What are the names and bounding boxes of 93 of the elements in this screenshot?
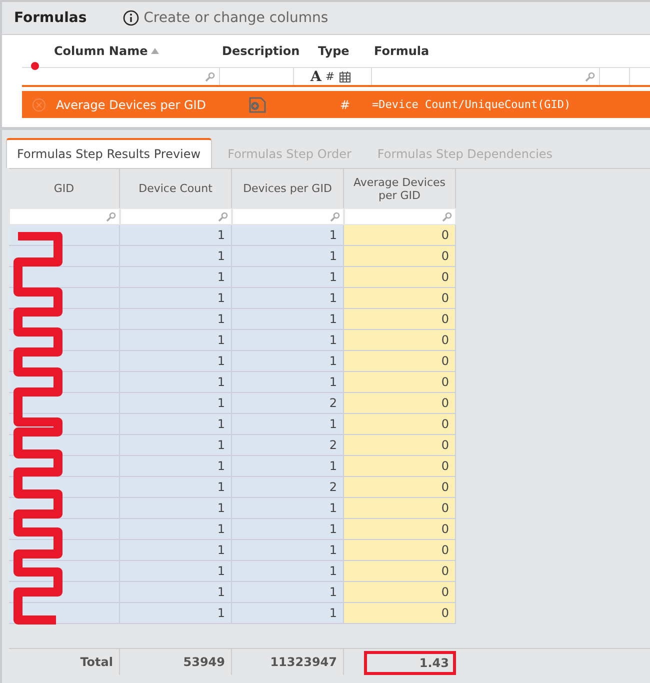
table-cell: 1	[120, 393, 232, 414]
total-value: 11323947	[232, 649, 344, 675]
table-cell: 1	[232, 288, 344, 309]
column-name: Average Devices per GID	[56, 98, 208, 112]
hint-text: Create or change columns	[144, 10, 328, 26]
table-cell: 2	[232, 393, 344, 414]
table-cell: 0	[344, 393, 456, 414]
number-type-icon[interactable]: #	[325, 70, 335, 83]
table-cell: 0	[344, 330, 456, 351]
table-cell: 1	[120, 519, 232, 540]
table-cell: 1	[120, 288, 232, 309]
table-cell: 1	[120, 246, 232, 267]
panel-title: Formulas	[14, 10, 87, 26]
filter-field[interactable]	[10, 209, 119, 224]
column-header[interactable]: Formula	[374, 44, 430, 58]
table-cell: 1	[120, 435, 232, 456]
search-icon[interactable]	[106, 212, 116, 222]
filter-field[interactable]	[345, 209, 455, 224]
table-cell: 1	[120, 309, 232, 330]
marker-dot	[31, 62, 39, 70]
table-cell: 0	[344, 372, 456, 393]
table-cell: 1	[232, 582, 344, 603]
column-header[interactable]: Device Count	[120, 169, 232, 208]
total-label: Total	[9, 649, 120, 675]
table-cell: 1	[120, 267, 232, 288]
formula-text: =Device Count/UniqueCount(GID)	[372, 98, 571, 111]
table-cell: 1	[232, 330, 344, 351]
column-header[interactable]: Average Devices per GID	[344, 169, 456, 208]
table-cell: 0	[344, 498, 456, 519]
column-header[interactable]: Type	[318, 44, 350, 58]
calendar-icon[interactable]	[338, 70, 351, 82]
table-cell: 1	[120, 372, 232, 393]
info-icon	[122, 10, 139, 26]
table-cell: 1	[120, 561, 232, 582]
total-value: 53949	[120, 649, 232, 675]
table-cell: 0	[344, 540, 456, 561]
table-cell: 1	[232, 246, 344, 267]
table-cell: 0	[344, 603, 456, 624]
table-cell: 1	[232, 372, 344, 393]
total-value: 1.43	[364, 651, 456, 675]
table-cell: 1	[232, 603, 344, 624]
table-cell: 1	[120, 351, 232, 372]
table-cell: 1	[120, 414, 232, 435]
table-cell: 1	[120, 603, 232, 624]
column-header[interactable]: Devices per GID	[232, 169, 344, 208]
delete-icon[interactable]	[32, 98, 46, 112]
table-cell: 1	[232, 267, 344, 288]
column-header[interactable]: GID	[9, 169, 120, 208]
table-cell: 0	[344, 456, 456, 477]
search-icon[interactable]	[442, 212, 452, 222]
table-cell: 0	[344, 414, 456, 435]
table-cell: 1	[232, 498, 344, 519]
table-cell: 1	[120, 477, 232, 498]
table-cell: 1	[120, 330, 232, 351]
search-icon[interactable]	[585, 72, 595, 82]
table-cell: 1	[120, 582, 232, 603]
table-cell: 1	[120, 540, 232, 561]
type-value: #	[338, 98, 352, 112]
table-cell: 0	[344, 477, 456, 498]
search-icon[interactable]	[218, 212, 228, 222]
table-cell: 0	[344, 351, 456, 372]
table-cell: 1	[232, 540, 344, 561]
table-cell: 0	[344, 435, 456, 456]
table-cell: 1	[120, 225, 232, 246]
table-cell: 1	[232, 561, 344, 582]
table-cell: 0	[344, 225, 456, 246]
table-cell: 1	[232, 309, 344, 330]
table-cell: 1	[232, 456, 344, 477]
tab[interactable]: Formulas Step Results Preview	[6, 138, 212, 168]
table-cell: 1	[232, 351, 344, 372]
filter-field[interactable]	[233, 209, 343, 224]
table-cell: 0	[344, 582, 456, 603]
sort-up-icon	[150, 48, 159, 54]
table-cell: 0	[344, 561, 456, 582]
table-cell: 1	[120, 498, 232, 519]
table-cell: 1	[232, 225, 344, 246]
table-cell: 2	[232, 477, 344, 498]
column-header[interactable]: Description	[222, 44, 300, 58]
search-icon[interactable]	[205, 72, 215, 82]
table-cell: 2	[232, 435, 344, 456]
filter-field[interactable]	[121, 209, 231, 224]
table-cell: 0	[344, 246, 456, 267]
add-description-icon[interactable]	[248, 96, 268, 112]
table-cell: 0	[344, 288, 456, 309]
text-type-icon[interactable]: A	[310, 68, 322, 84]
table-cell: 1	[120, 456, 232, 477]
table-cell: 0	[344, 519, 456, 540]
table-cell: 0	[344, 267, 456, 288]
search-icon[interactable]	[330, 212, 340, 222]
column-header[interactable]: Column Name	[54, 44, 148, 58]
table-cell: 0	[344, 309, 456, 330]
table-cell: 1	[232, 414, 344, 435]
table-cell: 1	[232, 519, 344, 540]
